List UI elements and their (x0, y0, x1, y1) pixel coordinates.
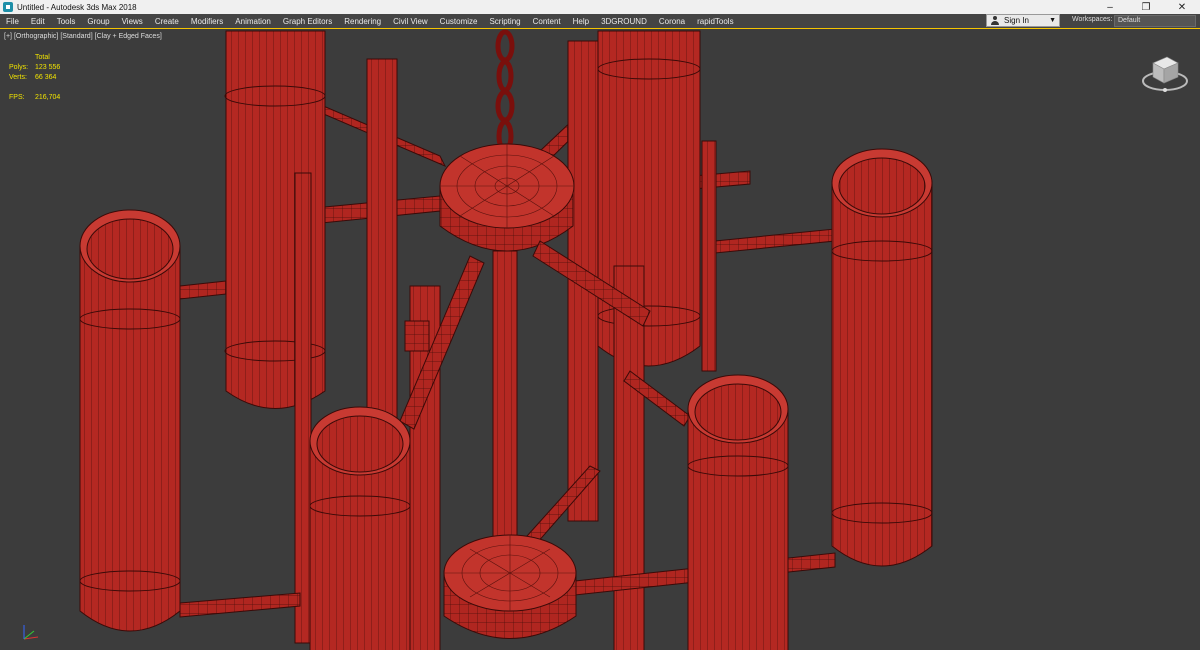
menu-views[interactable]: Views (116, 17, 149, 26)
viewport-menu-plus[interactable]: [+] (4, 33, 12, 40)
stats-total-label: Total (35, 54, 50, 61)
menu-file[interactable]: File (0, 17, 25, 26)
menu-civil-view[interactable]: Civil View (387, 17, 434, 26)
axis-tripod-icon (23, 625, 39, 640)
minimize-button[interactable]: – (1092, 0, 1128, 14)
menu-create[interactable]: Create (149, 17, 185, 26)
window-controls: – ❐ ✕ (1092, 0, 1200, 14)
menu-group[interactable]: Group (81, 17, 115, 26)
menu-customize[interactable]: Customize (434, 17, 484, 26)
stats-verts-value: 66 364 (35, 74, 57, 81)
restore-button[interactable]: ❐ (1128, 0, 1164, 14)
sign-in-dropdown[interactable]: Sign In ▼ (986, 14, 1060, 27)
viewport-shading-preset[interactable]: [Standard] (60, 33, 92, 40)
workspaces-label: Workspaces: (1072, 16, 1113, 23)
menu-content[interactable]: Content (527, 17, 567, 26)
sign-in-label: Sign In (1004, 16, 1029, 25)
stats-polys-label: Polys: (9, 64, 29, 71)
menu-corona[interactable]: Corona (653, 17, 691, 26)
title-bar: Untitled - Autodesk 3ds Max 2018 – ❐ ✕ (0, 0, 1200, 14)
window-title: Untitled - Autodesk 3ds Max 2018 (17, 2, 137, 12)
menu-help[interactable]: Help (567, 17, 595, 26)
viewcube-icon[interactable] (1140, 51, 1190, 95)
perspective-viewport[interactable]: [+] [Orthographic] [Standard] [Clay + Ed… (0, 28, 1200, 650)
stats-polys-value: 123 556 (35, 64, 61, 71)
menu-rendering[interactable]: Rendering (338, 17, 387, 26)
viewport-statistics: Total Polys: 123 556 Verts: 66 364 FPS: … (9, 53, 60, 103)
chandelier-model[interactable] (0, 29, 1200, 650)
viewport-view-label[interactable]: [Orthographic] (14, 33, 58, 40)
workspace-select[interactable]: Default (1114, 15, 1196, 27)
stats-fps-label: FPS: (9, 94, 25, 101)
stats-fps-value: 216,704 (35, 94, 61, 101)
menu-edit[interactable]: Edit (25, 17, 51, 26)
menu-tools[interactable]: Tools (51, 17, 82, 26)
viewport-shading-mode[interactable]: [Clay + Edged Faces] (95, 33, 162, 40)
viewport-label: [+] [Orthographic] [Standard] [Clay + Ed… (4, 33, 162, 40)
menu-3dground[interactable]: 3DGROUND (595, 17, 653, 26)
user-icon (990, 16, 1000, 25)
menu-rapidtools[interactable]: rapidTools (691, 17, 739, 26)
menu-modifiers[interactable]: Modifiers (185, 17, 229, 26)
chevron-down-icon: ▼ (1049, 17, 1056, 24)
close-button[interactable]: ✕ (1164, 0, 1200, 14)
app-icon[interactable] (3, 2, 13, 12)
menu-animation[interactable]: Animation (229, 17, 277, 26)
menu-scripting[interactable]: Scripting (483, 17, 526, 26)
stats-verts-label: Verts: (9, 74, 27, 81)
menu-graph-editors[interactable]: Graph Editors (277, 17, 338, 26)
